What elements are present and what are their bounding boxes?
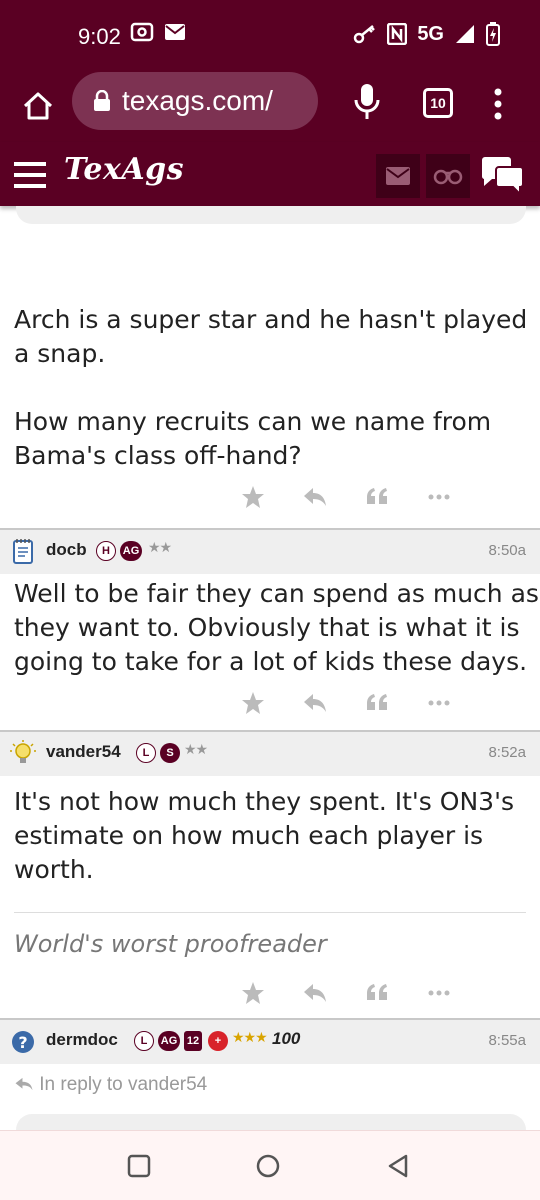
url-text: texags.com/: [122, 85, 273, 116]
svg-text:?: ?: [18, 1033, 27, 1052]
user-stars: ★★: [184, 742, 208, 758]
post-text-line: It's not how much they spent. It's ON3's: [14, 787, 514, 816]
back-icon[interactable]: [384, 1151, 414, 1181]
badge-l: L: [136, 743, 156, 763]
badge-100: 100: [272, 1029, 301, 1048]
star-icon[interactable]: [240, 980, 266, 1006]
post-text-line: Arch is a super star and he hasn't playe…: [14, 305, 528, 334]
badge-ag: AG: [158, 1031, 180, 1051]
battery-charging-icon: [486, 22, 500, 46]
post-actions: [240, 974, 540, 1014]
messages-button[interactable]: [376, 154, 420, 198]
status-bar: 9:02 5G: [0, 0, 540, 72]
reply-arrow-icon: [15, 1077, 33, 1091]
recents-icon[interactable]: [124, 1151, 154, 1181]
in-reply-to-text: In reply to vander54: [39, 1074, 208, 1095]
key-icon: [354, 25, 376, 44]
username[interactable]: docb: [46, 540, 87, 560]
badge-s: S: [160, 743, 180, 763]
user-stars: ★★★: [232, 1030, 268, 1046]
badge-ag: AG: [120, 541, 142, 561]
network-label: 5G: [417, 22, 444, 45]
watch-button[interactable]: [426, 154, 470, 198]
signal-icon: [456, 25, 474, 43]
badge-12: 12: [184, 1031, 202, 1051]
lightbulb-avatar-icon: [10, 740, 36, 763]
nfc-icon: [387, 23, 408, 45]
home-icon: [23, 92, 53, 120]
quote-box: [16, 1114, 526, 1130]
post-text-line: Well to be fair they can spend as much a…: [14, 579, 539, 608]
more-icon[interactable]: [426, 484, 452, 510]
lock-icon: [94, 90, 110, 111]
post-text-line: a snap.: [14, 339, 106, 368]
mail-icon: [165, 24, 185, 40]
post-text-line: How many recruits can we name from: [14, 407, 492, 436]
reply-icon[interactable]: [302, 690, 328, 716]
user-stars: ★★: [148, 540, 172, 556]
quote-box: [16, 206, 526, 224]
question-avatar-icon: ?: [12, 1031, 34, 1053]
post-text-line: worth.: [14, 855, 94, 884]
system-nav-bar: [0, 1130, 540, 1200]
url-field[interactable]: texags.com/: [72, 72, 318, 130]
quote-icon[interactable]: [364, 690, 390, 716]
post-actions: [240, 478, 540, 518]
envelope-icon: [386, 167, 410, 185]
site-header: TexAgs: [0, 142, 540, 206]
quote-icon[interactable]: [364, 980, 390, 1006]
reply-icon[interactable]: [302, 980, 328, 1006]
home-button[interactable]: [18, 86, 58, 126]
more-icon[interactable]: [426, 690, 452, 716]
hamburger-menu-icon[interactable]: [14, 162, 46, 188]
in-reply-to[interactable]: In reply to vander54: [14, 1074, 207, 1096]
post-header: ? dermdoc L AG 12 + ★★★ 100 8:55a: [0, 1018, 540, 1064]
post-text-line: estimate on how much each player is: [14, 821, 484, 850]
post-time: 8:55a: [488, 1032, 526, 1049]
post-header: docb H AG ★★ 8:50a: [0, 528, 540, 574]
binoculars-icon: [433, 169, 463, 185]
badge-h: H: [96, 541, 116, 561]
post-time: 8:50a: [488, 542, 526, 559]
quote-icon[interactable]: [364, 484, 390, 510]
thread-content: Arch is a super star and he hasn't playe…: [0, 206, 540, 1130]
more-options-icon[interactable]: [488, 86, 508, 122]
username[interactable]: dermdoc: [46, 1030, 118, 1050]
badge-plus: +: [208, 1031, 228, 1051]
notepad-avatar-icon: [13, 539, 33, 564]
screenshot-icon: [130, 22, 154, 42]
post-time: 8:52a: [488, 744, 526, 761]
post-actions: [240, 684, 540, 724]
home-circle-icon[interactable]: [253, 1151, 283, 1181]
site-logo[interactable]: TexAgs: [64, 152, 184, 187]
star-icon[interactable]: [240, 484, 266, 510]
tab-switcher-button[interactable]: 10: [423, 88, 453, 118]
reply-icon[interactable]: [302, 484, 328, 510]
badge-l: L: [134, 1031, 154, 1051]
post-header: vander54 L S ★★ 8:52a: [0, 730, 540, 776]
mic-icon[interactable]: [352, 82, 382, 122]
post-text-line: going to take for a lot of kids these da…: [14, 647, 528, 676]
status-time: 9:02: [78, 24, 121, 49]
chat-icon[interactable]: [480, 156, 526, 196]
post-text-line: they want to. Obviously that is what it …: [14, 613, 520, 642]
star-icon[interactable]: [240, 690, 266, 716]
user-signature: World's worst proofreader: [14, 930, 327, 958]
username[interactable]: vander54: [46, 742, 121, 762]
signature-divider: [14, 912, 526, 913]
browser-toolbar: texags.com/ 10: [0, 72, 540, 142]
more-icon[interactable]: [426, 980, 452, 1006]
post-text-line: Bama's class off-hand?: [14, 441, 302, 470]
